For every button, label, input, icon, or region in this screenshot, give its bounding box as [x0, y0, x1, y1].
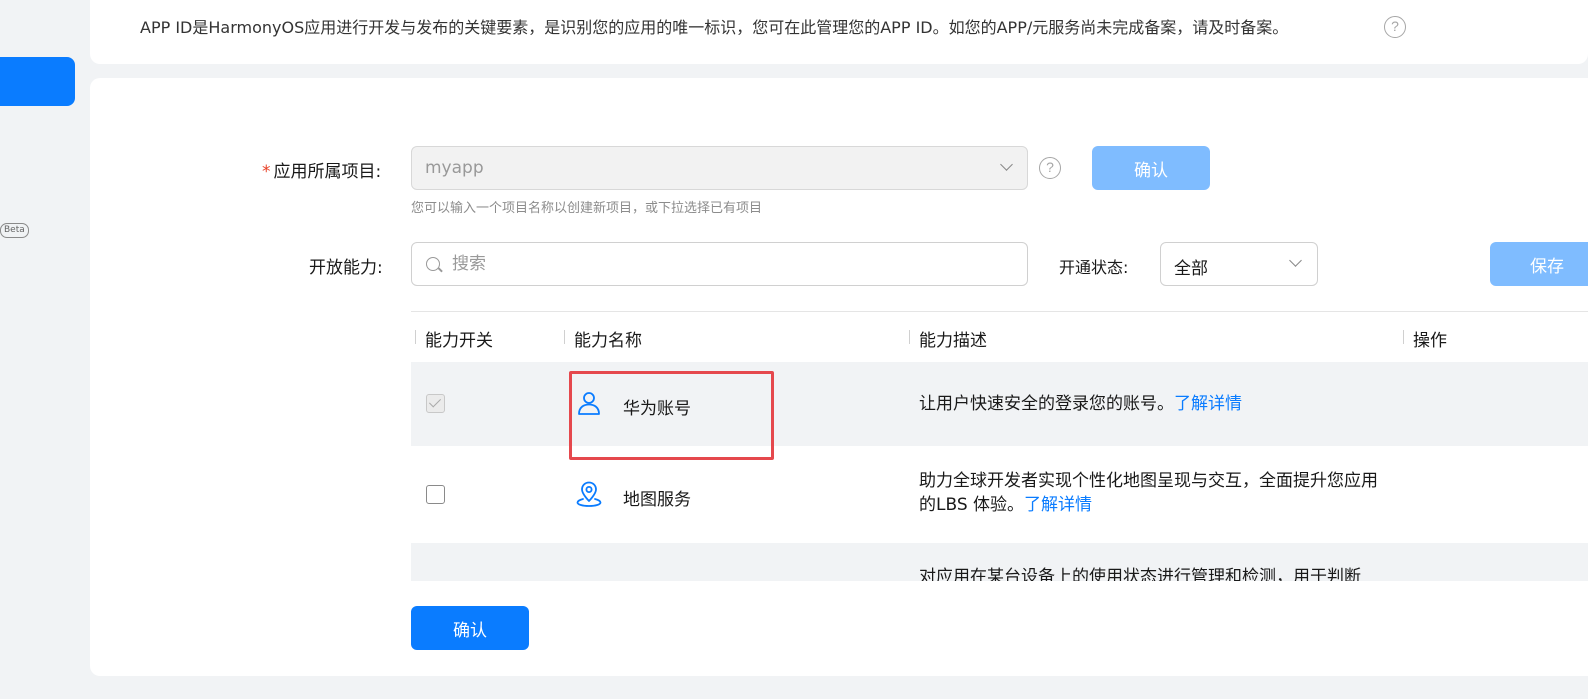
table-header: 能力开关 能力名称 能力描述 操作: [411, 311, 1588, 362]
capability-description: 对应用在某台设备上的使用状态进行管理和检测，用于判断: [919, 567, 1361, 581]
capability-description-text: 让用户快速安全的登录您的账号。: [919, 394, 1174, 414]
learn-more-link[interactable]: 了解详情: [1174, 394, 1242, 414]
column-divider: [415, 330, 416, 344]
capability-toggle-checkbox[interactable]: [426, 394, 445, 413]
save-button[interactable]: 保存: [1490, 242, 1588, 286]
map-pin-icon: [576, 481, 602, 507]
sidebar: Beta: [0, 0, 90, 699]
project-confirm-button[interactable]: 确认: [1092, 146, 1210, 190]
project-hint: 您可以输入一个项目名称以创建新项目，或下拉选择已有项目: [411, 201, 763, 216]
sidebar-active-item[interactable]: [0, 57, 75, 106]
help-icon[interactable]: ?: [1039, 157, 1061, 179]
column-divider: [909, 330, 910, 344]
project-label-text: 应用所属项目:: [273, 162, 382, 182]
project-label: * 应用所属项目:: [262, 157, 381, 182]
capability-description: 助力全球开发者实现个性化地图呈现与交互，全面提升您应用的LBS 体验。了解详情: [919, 469, 1379, 517]
column-header: 能力开关: [425, 331, 493, 351]
status-select-value: 全部: [1174, 259, 1208, 279]
status-label: 开通状态:: [1059, 258, 1129, 277]
column-divider: [564, 330, 565, 344]
column-header: 能力名称: [574, 331, 642, 351]
project-select[interactable]: myapp: [411, 146, 1028, 190]
column-header: 能力描述: [919, 331, 987, 351]
capability-description: 让用户快速安全的登录您的账号。了解详情: [919, 392, 1379, 416]
help-icon[interactable]: ?: [1384, 16, 1406, 38]
chevron-down-icon: [1289, 254, 1302, 267]
required-mark: *: [262, 162, 271, 182]
beta-badge: Beta: [0, 223, 29, 238]
learn-more-link[interactable]: 了解详情: [1024, 495, 1092, 515]
column-header: 操作: [1413, 331, 1447, 351]
capability-label: 开放能力:: [309, 258, 383, 278]
status-select[interactable]: 全部: [1160, 242, 1318, 286]
chevron-down-icon: [1000, 158, 1013, 171]
capability-name: 地图服务: [623, 490, 691, 510]
search-box[interactable]: [411, 242, 1028, 286]
table-row: 地图服务 助力全球开发者实现个性化地图呈现与交互，全面提升您应用的LBS 体验。…: [411, 446, 1588, 543]
highlight-annotation: [569, 371, 774, 460]
column-divider: [1403, 330, 1404, 344]
search-input[interactable]: [452, 252, 1012, 276]
project-select-value: myapp: [425, 158, 484, 178]
table-row: 对应用在某台设备上的使用状态进行管理和检测，用于判断: [411, 543, 1588, 581]
info-text: APP ID是HarmonyOS应用进行开发与发布的关键要素，是识别您的应用的唯…: [140, 18, 1289, 37]
capability-description-text: 助力全球开发者实现个性化地图呈现与交互，全面提升您应用的LBS 体验。: [919, 471, 1378, 515]
confirm-button[interactable]: 确认: [411, 606, 529, 650]
capability-toggle-checkbox[interactable]: [426, 485, 445, 504]
search-icon: [426, 257, 440, 271]
info-banner: APP ID是HarmonyOS应用进行开发与发布的关键要素，是识别您的应用的唯…: [90, 0, 1588, 64]
